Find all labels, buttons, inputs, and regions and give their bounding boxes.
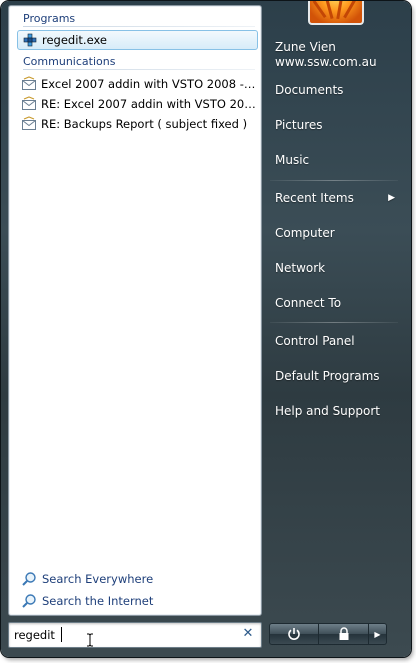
communication-item[interactable]: RE: Excel 2007 addin with VSTO 2008 - ..… <box>17 94 258 114</box>
power-button[interactable] <box>269 623 319 645</box>
regedit-icon <box>23 33 37 47</box>
right-item-computer[interactable]: Computer <box>270 219 401 247</box>
user-picture[interactable] <box>308 1 364 25</box>
communication-item-label: RE: Excel 2007 addin with VSTO 2008 - ..… <box>41 97 258 111</box>
right-item-default-programs[interactable]: Default Programs <box>270 362 401 390</box>
search-everywhere-link[interactable]: Search Everywhere <box>17 569 217 589</box>
search-input[interactable]: regedit ✕ <box>8 622 262 648</box>
text-cursor-icon <box>87 633 93 647</box>
lock-icon <box>339 627 348 640</box>
user-name[interactable]: Zune Vien <box>275 40 336 54</box>
communication-item[interactable]: RE: Backups Report ( subject fixed ) <box>17 114 258 134</box>
chevron-right-icon: ▶ <box>388 193 395 203</box>
email-icon <box>22 96 36 110</box>
communication-item[interactable]: Excel 2007 addin with VSTO 2008 - Clic..… <box>17 74 258 94</box>
right-item-music[interactable]: Music <box>270 146 401 174</box>
user-site: www.ssw.com.au <box>275 55 377 69</box>
search-internet-link[interactable]: Search the Internet <box>17 591 217 611</box>
search-input-value: regedit <box>14 628 55 642</box>
right-item-pictures[interactable]: Pictures <box>270 111 401 139</box>
communication-item-label: RE: Backups Report ( subject fixed ) <box>41 117 248 131</box>
communication-item-label: Excel 2007 addin with VSTO 2008 - Clic..… <box>41 77 258 91</box>
separator <box>270 180 398 181</box>
right-item-control-panel[interactable]: Control Panel <box>270 327 401 355</box>
power-controls: ▶ <box>269 623 387 645</box>
program-item-label: regedit.exe <box>42 33 107 47</box>
right-item-connect-to[interactable]: Connect To <box>270 289 401 317</box>
right-item-recent-items[interactable]: Recent Items ▶ <box>270 184 401 212</box>
power-icon <box>288 628 300 640</box>
right-item-documents[interactable]: Documents <box>270 76 401 104</box>
search-internet-label: Search the Internet <box>42 594 154 608</box>
program-item-regedit[interactable]: regedit.exe <box>17 30 258 50</box>
chevron-right-icon: ▶ <box>374 629 381 639</box>
power-options-button[interactable]: ▶ <box>369 623 387 645</box>
email-icon <box>22 116 36 130</box>
search-icon <box>22 572 36 586</box>
lock-button[interactable] <box>319 623 369 645</box>
right-item-help-and-support[interactable]: Help and Support <box>270 397 401 425</box>
email-icon <box>22 76 36 90</box>
text-caret <box>61 627 62 642</box>
search-icon <box>22 594 36 608</box>
separator <box>270 322 398 323</box>
close-icon[interactable]: ✕ <box>241 626 255 642</box>
right-item-network[interactable]: Network <box>270 254 401 282</box>
programs-header: Programs <box>23 11 255 27</box>
start-menu: Programs regedit.exe Communications Exce… <box>1 1 411 657</box>
communications-header: Communications <box>23 54 255 70</box>
search-everywhere-label: Search Everywhere <box>42 572 154 586</box>
left-panel: Programs regedit.exe Communications Exce… <box>8 5 262 616</box>
